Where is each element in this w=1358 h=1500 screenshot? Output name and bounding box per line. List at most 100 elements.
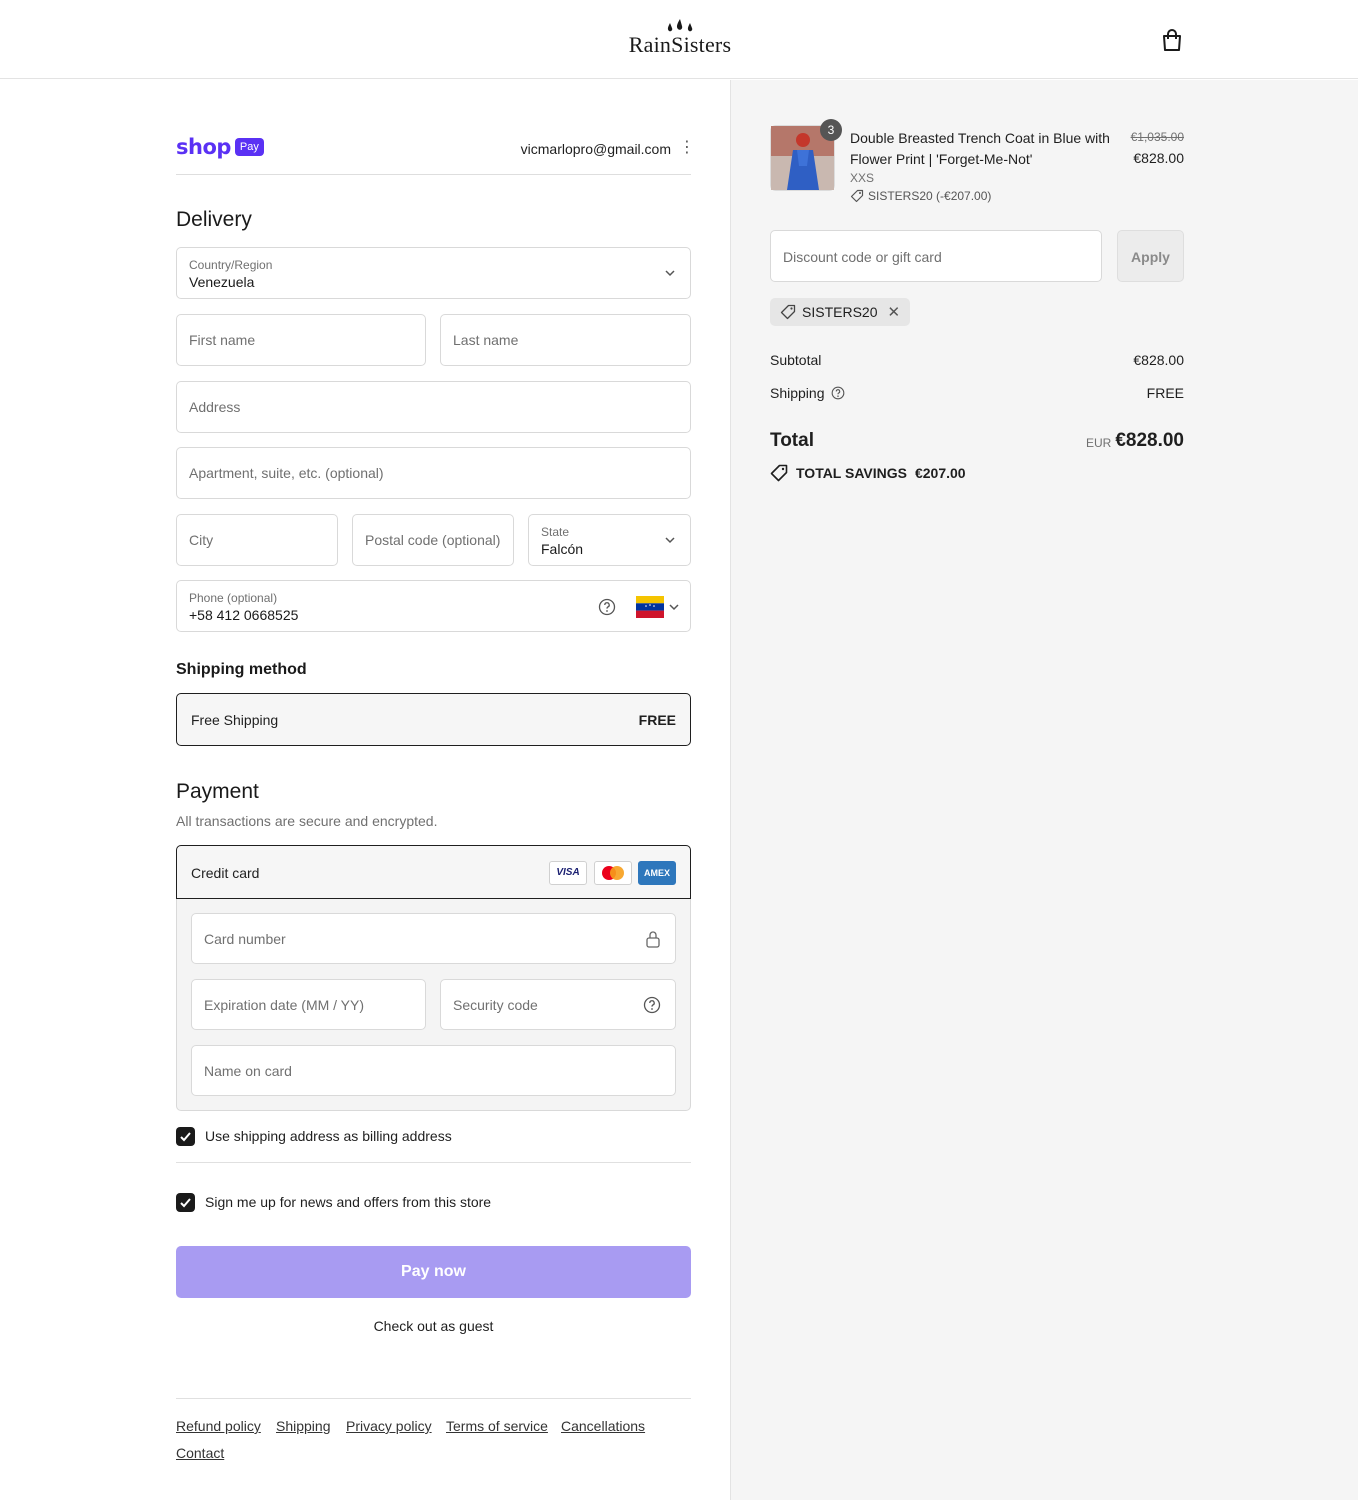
country-value: Venezuela (189, 274, 255, 290)
remove-discount-icon[interactable]: ✕ (887, 303, 900, 321)
pay-now-button[interactable]: Pay now (176, 1246, 691, 1298)
visa-logo: VISA (549, 861, 587, 885)
order-summary-panel (730, 80, 1358, 1500)
site-header: RainSisters (0, 0, 1358, 79)
total-savings-label: TOTAL SAVINGS (796, 465, 907, 481)
total-savings-value: €207.00 (914, 465, 966, 481)
newsletter-checkbox[interactable] (176, 1192, 195, 1212)
more-options-icon[interactable]: ⋮ (679, 138, 695, 158)
shop-pay-logo: shop Pay (176, 135, 264, 159)
expiration-placeholder: Expiration date (MM / YY) (204, 997, 365, 1013)
billing-address-checkbox-row[interactable]: Use shipping address as billing address (176, 1126, 452, 1146)
billing-address-label: Use shipping address as billing address (205, 1128, 452, 1144)
delivery-heading: Delivery (176, 208, 252, 231)
name-on-card-placeholder: Name on card (204, 1063, 292, 1079)
product-price: €828.00 (1133, 150, 1184, 166)
phone-field[interactable]: Phone (optional) +58 412 0668525 (176, 580, 691, 632)
card-number-placeholder: Card number (204, 931, 286, 947)
footer-link-refund-policy[interactable]: Refund policy (176, 1418, 261, 1434)
expiration-date-field[interactable]: Expiration date (MM / YY) (191, 979, 426, 1030)
brand-logo[interactable]: RainSisters (580, 18, 780, 56)
postal-code-placeholder: Postal code (optional) (365, 532, 501, 548)
product-discount-text: SISTERS20 (-€207.00) (868, 189, 992, 203)
help-circle-icon[interactable] (598, 598, 616, 616)
discount-code-input[interactable]: Discount code or gift card (770, 230, 1102, 282)
product-variant: XXS (850, 171, 875, 185)
shop-wordmark: shop (176, 135, 231, 159)
postal-code-field[interactable]: Postal code (optional) (352, 514, 514, 566)
product-original-price: €1,035.00 (1130, 130, 1184, 144)
security-code-field[interactable]: Security code (440, 979, 676, 1030)
address-placeholder: Address (189, 399, 241, 415)
amex-logo: AMEX (638, 861, 676, 885)
billing-address-checkbox[interactable] (176, 1126, 195, 1146)
shipping-option-free[interactable]: Free Shipping FREE (176, 693, 691, 746)
tag-icon (780, 304, 796, 320)
subtotal-value: €828.00 (1133, 352, 1184, 368)
apartment-placeholder: Apartment, suite, etc. (optional) (189, 465, 384, 481)
shipping-option-price: FREE (638, 712, 676, 728)
apply-discount-button[interactable]: Apply (1117, 230, 1184, 282)
chevron-down-icon (665, 270, 675, 277)
product-quantity-badge: 3 (820, 119, 842, 141)
country-label: Country/Region (189, 258, 273, 272)
payment-subtitle: All transactions are secure and encrypte… (176, 813, 438, 829)
discount-code-placeholder: Discount code or gift card (783, 249, 942, 265)
state-value: Falcón (541, 541, 584, 557)
footer-link-shipping[interactable]: Shipping (276, 1418, 331, 1434)
country-select[interactable]: Country/Region Venezuela (176, 247, 691, 299)
total-label: Total (770, 430, 814, 451)
applied-discount-chip: SISTERS20 ✕ (770, 298, 911, 326)
total-currency: EUR (1086, 436, 1112, 450)
phone-label: Phone (optional) (189, 591, 278, 605)
footer-link-cancellations[interactable]: Cancellations (561, 1418, 645, 1434)
payment-method-label: Credit card (191, 865, 260, 881)
credit-card-option[interactable]: Credit card VISA AMEX (176, 845, 691, 899)
shipping-label-row: Shipping (770, 385, 845, 401)
last-name-placeholder: Last name (453, 332, 519, 348)
footer-divider (176, 1398, 691, 1399)
newsletter-checkbox-row[interactable]: Sign me up for news and offers from this… (176, 1192, 491, 1212)
footer-link-privacy-policy[interactable]: Privacy policy (346, 1418, 432, 1434)
apartment-field[interactable]: Apartment, suite, etc. (optional) (176, 447, 691, 499)
checkout-as-guest-link[interactable]: Check out as guest (176, 1318, 691, 1334)
mastercard-logo (594, 861, 632, 885)
lock-icon (646, 931, 660, 948)
mastercard-icon (602, 866, 624, 880)
subtotal-label: Subtotal (770, 352, 822, 368)
checkmark-icon (180, 1131, 191, 1141)
footer-link-terms-of-service[interactable]: Terms of service (446, 1418, 548, 1434)
checkmark-icon (180, 1197, 191, 1207)
city-field[interactable]: City (176, 514, 338, 566)
tag-icon (770, 464, 788, 482)
credit-card-panel: Credit card VISA AMEX Card number Expira… (176, 845, 691, 1111)
chevron-down-icon (669, 604, 679, 611)
phone-value: +58 412 0668525 (189, 607, 299, 623)
shipping-method-heading: Shipping method (176, 661, 307, 678)
shipping-label: Shipping (770, 385, 825, 401)
help-circle-icon[interactable] (643, 996, 661, 1014)
address-field[interactable]: Address (176, 381, 691, 433)
venezuela-flag-icon[interactable] (636, 596, 664, 618)
card-number-field[interactable]: Card number (191, 913, 676, 964)
first-name-field[interactable]: First name (176, 314, 426, 366)
security-code-placeholder: Security code (453, 997, 538, 1013)
city-placeholder: City (189, 532, 214, 548)
footer-link-contact[interactable]: Contact (176, 1445, 224, 1461)
brand-name: RainSisters (628, 32, 732, 57)
help-circle-icon[interactable] (831, 386, 845, 400)
total-savings: TOTAL SAVINGS €207.00 (770, 464, 966, 482)
product-discount: SISTERS20 (-€207.00) (850, 189, 991, 203)
last-name-field[interactable]: Last name (440, 314, 691, 366)
pay-badge: Pay (234, 138, 264, 156)
first-name-placeholder: First name (189, 332, 256, 348)
payment-heading: Payment (176, 780, 259, 803)
newsletter-label: Sign me up for news and offers from this… (205, 1194, 492, 1210)
state-select[interactable]: State Falcón (528, 514, 691, 566)
applied-discount-code: SISTERS20 (802, 304, 878, 320)
shipping-option-name: Free Shipping (191, 712, 279, 728)
tag-icon (850, 189, 864, 203)
shopping-bag-icon[interactable] (1159, 27, 1185, 53)
name-on-card-field[interactable]: Name on card (191, 1045, 676, 1096)
product-name: Double Breasted Trench Coat in Blue with… (850, 130, 1110, 167)
